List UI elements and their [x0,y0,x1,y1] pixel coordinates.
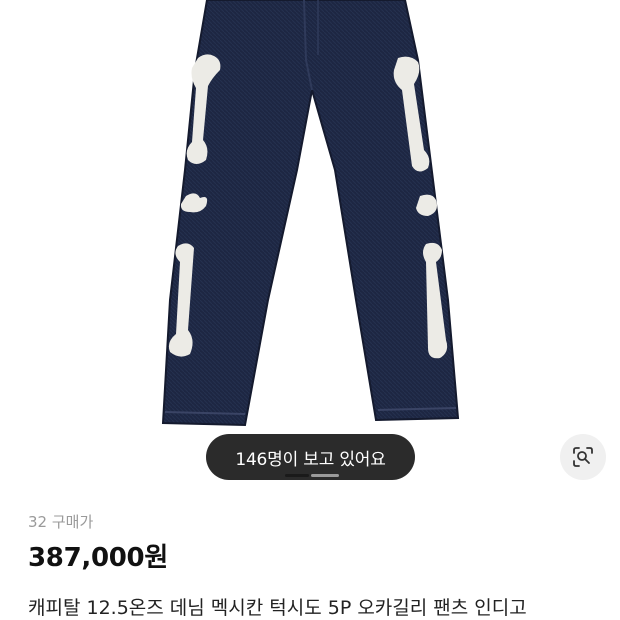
carousel-page-indicator [311,474,339,477]
lens-search-icon [573,447,593,467]
image-search-button[interactable] [560,434,606,480]
product-price: 387,000원 [28,543,168,573]
product-title: 캐피탈 12.5온즈 데님 멕시칸 턱시도 5P 오카길리 팬츠 인디고 [28,597,527,619]
viewers-count-text: 146명이 보고 있어요 [235,449,386,470]
product-image[interactable] [0,0,620,490]
purchase-count: 32 구매가 [28,513,94,531]
viewers-count-badge: 146명이 보고 있어요 [206,434,415,480]
carousel-page-indicator-active [285,474,309,477]
jeans-photo [161,0,460,427]
